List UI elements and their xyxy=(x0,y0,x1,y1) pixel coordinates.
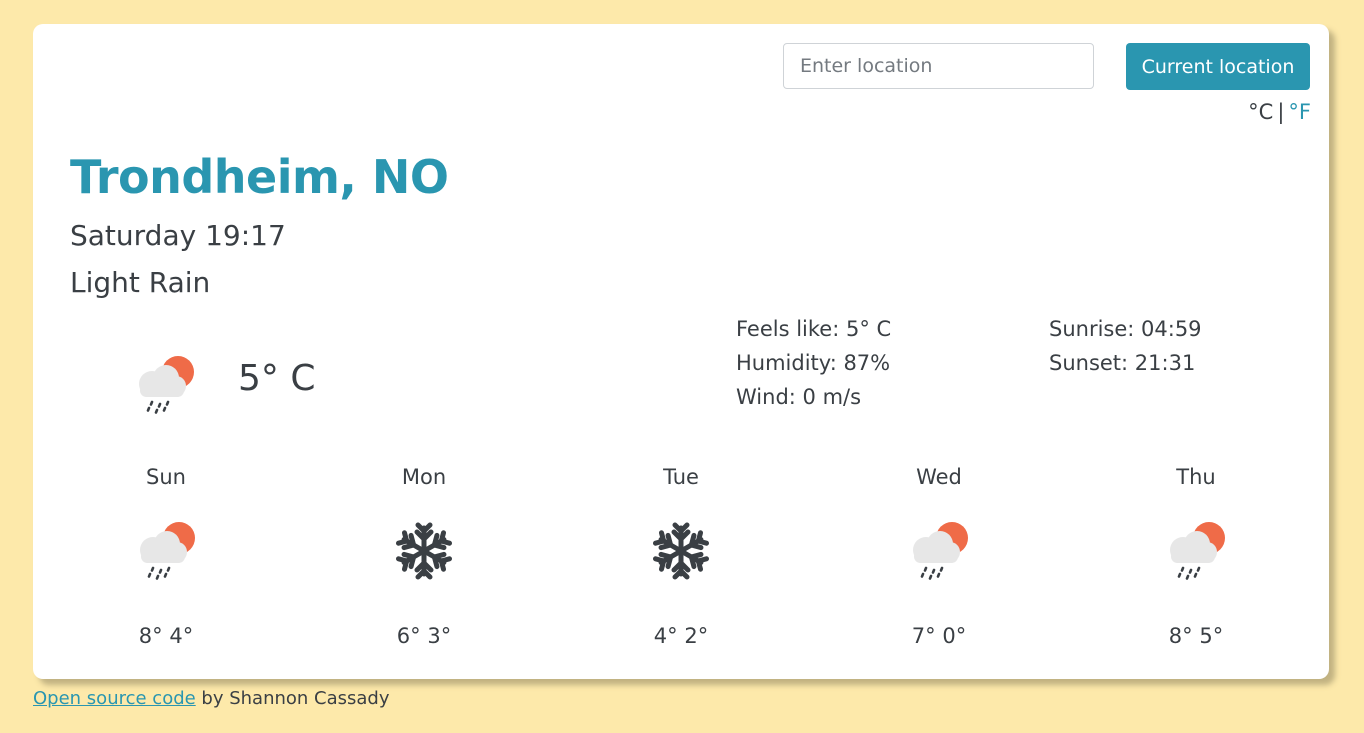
forecast-day-name: Wed xyxy=(916,465,962,489)
forecast-day-name: Tue xyxy=(663,465,699,489)
sunrise: Sunrise: 04:59 xyxy=(1049,317,1202,341)
forecast-day: Thu 8° 5° xyxy=(1116,462,1276,648)
forecast-day-name: Mon xyxy=(401,465,447,489)
snowflake-icon xyxy=(646,516,716,586)
forecast-temps: 4° 2° xyxy=(653,624,709,648)
forecast-day: Mon 6° 3° xyxy=(344,462,504,648)
weather-condition: Light Rain xyxy=(70,266,211,299)
forecast-temps: 6° 3° xyxy=(396,624,452,648)
unit-separator: | xyxy=(1277,100,1285,124)
humidity: Humidity: 87% xyxy=(736,351,891,375)
rain-sun-icon xyxy=(1161,516,1231,586)
forecast-day: Wed 7° 0° xyxy=(859,462,1019,648)
forecast-temps: 8° 4° xyxy=(138,624,194,648)
city-title: Trondheim, NO xyxy=(70,150,449,204)
forecast-temps: 8° 5° xyxy=(1168,624,1224,648)
rain-sun-icon xyxy=(131,516,201,586)
current-temperature: 5° C xyxy=(238,358,316,399)
snowflake-icon xyxy=(389,516,459,586)
forecast-day-name: Sun xyxy=(146,465,186,489)
rain-sun-icon xyxy=(130,350,200,420)
forecast: Sun 8° 4° Mon 6° 3° Tue 4° 2° Wed 7° 0° … xyxy=(33,462,1329,662)
weather-details: Feels like: 5° C Humidity: 87% Wind: 0 m… xyxy=(736,312,891,414)
sun-times: Sunrise: 04:59 Sunset: 21:31 xyxy=(1049,312,1202,380)
forecast-day-name: Thu xyxy=(1176,465,1216,489)
rain-sun-icon xyxy=(904,516,974,586)
fahrenheit-toggle[interactable]: °F xyxy=(1288,100,1311,124)
forecast-day: Tue 4° 2° xyxy=(601,462,761,648)
forecast-temps: 7° 0° xyxy=(911,624,967,648)
weather-card: Current location °C|°F Trondheim, NO Sat… xyxy=(33,24,1329,679)
wind: Wind: 0 m/s xyxy=(736,385,862,409)
source-code-link[interactable]: Open source code xyxy=(33,688,196,709)
unit-toggle: °C | °F xyxy=(1248,100,1311,124)
current-datetime: Saturday 19:17 xyxy=(70,219,286,252)
current-location-button[interactable]: Current location xyxy=(1126,43,1310,90)
celsius-toggle[interactable]: °C xyxy=(1248,100,1273,124)
footer: Open source code by Shannon Cassady xyxy=(33,688,390,709)
sunset: Sunset: 21:31 xyxy=(1049,351,1196,375)
forecast-day: Sun 8° 4° xyxy=(86,462,246,648)
search-input[interactable] xyxy=(783,43,1094,89)
author-credit: by Shannon Cassady xyxy=(195,688,390,709)
feels-like: Feels like: 5° C xyxy=(736,317,892,341)
